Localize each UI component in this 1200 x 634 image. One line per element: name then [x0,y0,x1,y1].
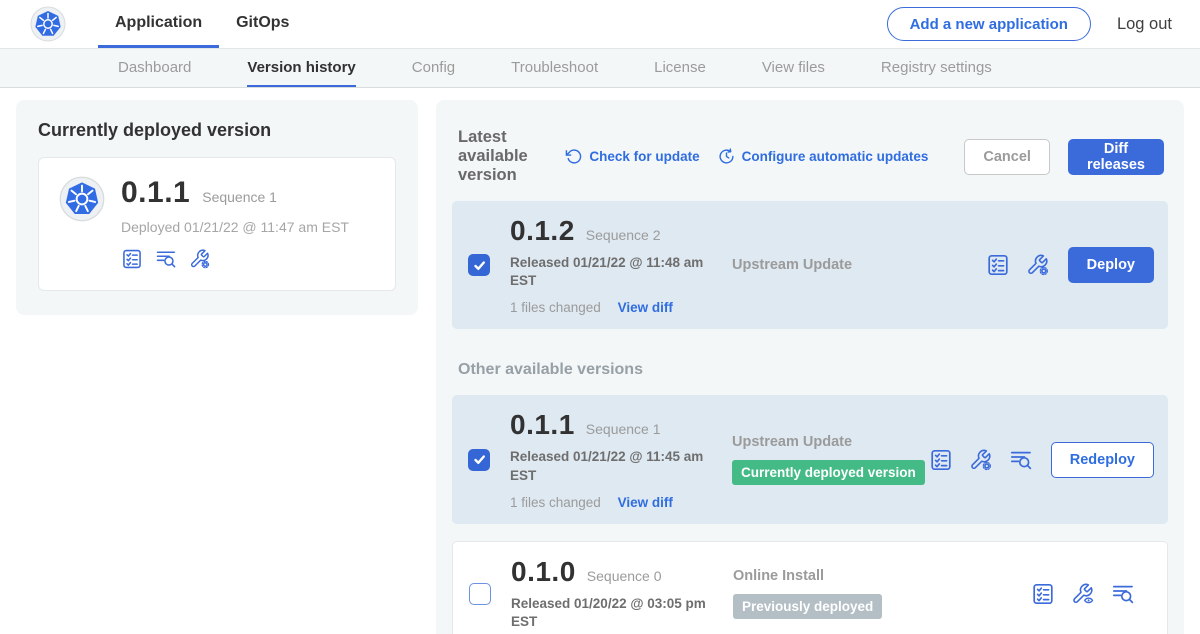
subnav-dashboard[interactable]: Dashboard [118,49,191,87]
check-for-update-link[interactable]: Check for update [565,148,699,165]
subnav-troubleshoot[interactable]: Troubleshoot [511,49,598,87]
edit-config-icon[interactable] [189,248,211,270]
release-notes-icon[interactable] [929,448,953,472]
sequence-label: Sequence 0 [587,568,662,584]
check-icon [473,259,486,272]
version-number: 0.1.1 [510,409,575,441]
view-files-icon[interactable] [1009,448,1033,472]
deployed-version-card: 0.1.1 Sequence 1 Deployed 01/21/22 @ 11:… [38,157,396,291]
version-checkbox[interactable] [468,254,490,276]
diff-releases-button[interactable]: Diff releases [1068,139,1164,175]
tab-application[interactable]: Application [98,0,219,48]
cancel-button[interactable]: Cancel [964,139,1050,175]
redeploy-button[interactable]: Redeploy [1051,442,1154,478]
files-changed-label: 1 files changed [510,300,601,315]
other-versions-title: Other available versions [458,361,1164,379]
top-nav-bar: Application GitOps Add a new application… [0,0,1200,48]
kubernetes-icon [30,6,66,42]
view-config-icon[interactable] [1071,582,1095,606]
view-files-icon[interactable] [155,248,177,270]
subnav-config[interactable]: Config [412,49,455,87]
tab-gitops[interactable]: GitOps [219,0,306,48]
released-timestamp: Released 01/21/22 @ 11:48 am EST [510,254,710,290]
deployed-card-title: Currently deployed version [38,120,396,141]
app-kubernetes-icon [59,176,105,222]
view-diff-link[interactable]: View diff [618,495,673,510]
currently-deployed-badge: Currently deployed version [732,460,925,485]
version-checkbox[interactable] [469,583,491,605]
deployed-timestamp: Deployed 01/21/22 @ 11:47 am EST [121,219,349,235]
version-row-0-1-2: 0.1.2 Sequence 2 Released 01/21/22 @ 11:… [452,201,1168,329]
app-subnav: Dashboard Version history Config Trouble… [0,48,1200,88]
version-source-label: Online Install [733,568,1031,584]
view-files-icon[interactable] [1111,582,1135,606]
latest-available-title: Latest available version [458,128,547,185]
check-icon [473,453,486,466]
subnav-version-history[interactable]: Version history [247,49,355,87]
edit-config-icon[interactable] [1026,253,1050,277]
logout-link[interactable]: Log out [1117,15,1172,34]
subnav-view-files[interactable]: View files [762,49,825,87]
deployed-sequence-label: Sequence 1 [202,189,277,205]
release-notes-icon[interactable] [121,248,143,270]
edit-config-icon[interactable] [969,448,993,472]
refresh-icon [565,148,582,165]
subnav-license[interactable]: License [654,49,706,87]
files-changed-label: 1 files changed [510,495,601,510]
version-source-label: Upstream Update [732,257,986,273]
released-timestamp: Released 01/20/22 @ 03:05 pm EST [511,595,711,631]
deploy-button[interactable]: Deploy [1068,247,1154,283]
release-notes-icon[interactable] [1031,582,1055,606]
deployed-version-number: 0.1.1 [121,176,190,210]
version-source-label: Upstream Update [732,434,929,450]
version-checkbox[interactable] [468,449,490,471]
add-application-button[interactable]: Add a new application [887,7,1091,41]
configure-automatic-updates-link[interactable]: Configure automatic updates [718,148,929,165]
previously-deployed-badge: Previously deployed [733,594,882,619]
configure-automatic-updates-label: Configure automatic updates [742,149,929,164]
version-number: 0.1.2 [510,215,575,247]
release-notes-icon[interactable] [986,253,1010,277]
released-timestamp: Released 01/21/22 @ 11:45 am EST [510,448,710,484]
check-for-update-label: Check for update [589,149,699,164]
top-tabs: Application GitOps [98,0,306,48]
view-diff-link[interactable]: View diff [618,300,673,315]
currently-deployed-card: Currently deployed version [16,100,418,315]
version-number: 0.1.0 [511,556,576,588]
subnav-registry-settings[interactable]: Registry settings [881,49,992,87]
schedule-update-icon [718,148,735,165]
version-row-0-1-0: 0.1.0 Sequence 0 Released 01/20/22 @ 03:… [452,541,1168,634]
sequence-label: Sequence 1 [586,421,661,437]
version-row-0-1-1: 0.1.1 Sequence 1 Released 01/21/22 @ 11:… [452,395,1168,523]
version-history-panel: Latest available version Check for updat… [436,100,1184,634]
sequence-label: Sequence 2 [586,227,661,243]
kubernetes-logo[interactable] [30,0,66,48]
